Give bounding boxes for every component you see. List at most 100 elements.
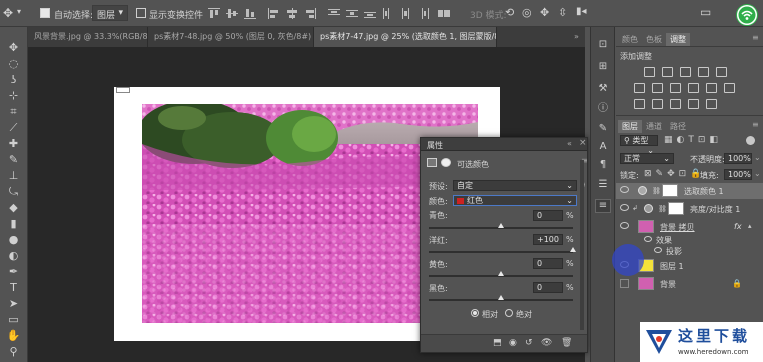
layer-row[interactable]: ↲ ⛓ 亮度/对比度 1: [616, 201, 763, 217]
panel-menu-icon[interactable]: ≡: [752, 33, 759, 42]
hand-tool-icon[interactable]: ✋: [6, 329, 21, 342]
marquee-tool-icon[interactable]: ◌: [6, 57, 21, 70]
layer-kind-filter[interactable]: ⚲ 类型 ⌄: [620, 135, 658, 155]
3d-rotate-icon[interactable]: ⟲: [505, 6, 514, 19]
3d-roll-icon[interactable]: ◎: [522, 6, 532, 19]
selective-color-icon[interactable]: [706, 99, 717, 109]
tab-document-3[interactable]: ps素材7-47.jpg @ 25% (选取颜色 1, 图层蒙版/8) *: [314, 27, 497, 47]
tool-preset-chevron-icon[interactable]: ▾: [17, 7, 21, 16]
layer-thumbnail[interactable]: [638, 277, 654, 290]
eyedropper-tool-icon[interactable]: ⟋: [6, 121, 21, 134]
auto-align-icon[interactable]: [438, 8, 450, 19]
lock-icons[interactable]: ⊠✎✥⊡🔒: [644, 169, 705, 179]
clip-to-layer-icon[interactable]: ⬒: [493, 338, 502, 348]
layer-name[interactable]: 图层 1: [660, 261, 684, 272]
photo-filter-icon[interactable]: [688, 83, 699, 93]
dodge-tool-icon[interactable]: ◐: [6, 249, 21, 262]
color-lookup-icon[interactable]: [724, 83, 735, 93]
posterize-icon[interactable]: [652, 99, 663, 109]
curves-icon[interactable]: [680, 67, 691, 77]
yellow-slider-thumb[interactable]: [498, 271, 504, 276]
fx-badge[interactable]: fx: [734, 222, 742, 231]
invert-icon[interactable]: [634, 99, 645, 109]
preset-dropdown[interactable]: 自定 ⌄: [453, 180, 577, 191]
magenta-slider-track[interactable]: [429, 251, 573, 253]
panel-collapse-icon[interactable]: «: [567, 139, 572, 148]
visibility-toggle-empty[interactable]: [620, 279, 629, 288]
tab-document-2[interactable]: ps素材7-48.jpg @ 50% (图层 0, 灰色/8#) *: [148, 27, 314, 47]
visibility-eye-icon[interactable]: [620, 186, 629, 193]
tab-adjustments[interactable]: 调整: [666, 33, 690, 46]
hue-sat-icon[interactable]: [634, 83, 645, 93]
view-previous-icon[interactable]: ◉: [509, 338, 517, 348]
visibility-eye-icon[interactable]: [620, 222, 629, 229]
paragraph-icon[interactable]: ¶: [597, 159, 609, 171]
vibrance-icon[interactable]: [716, 67, 727, 77]
shape-tool-icon[interactable]: ▭: [6, 313, 21, 326]
link-icon[interactable]: ⛓: [658, 205, 667, 213]
distribute-left-icon[interactable]: [382, 8, 394, 19]
history-brush-tool-icon[interactable]: ⤿: [6, 185, 21, 198]
pen-tool-icon[interactable]: ✒: [6, 265, 21, 278]
align-top-icon[interactable]: [208, 8, 220, 19]
crop-tool-icon[interactable]: ⌗: [6, 105, 21, 118]
properties-header[interactable]: 属性 « ×: [421, 138, 587, 151]
tab-document-1[interactable]: 风景背景.jpg @ 33.3%(RGB/8#): [28, 27, 148, 47]
layer-row[interactable]: 背景 拷贝 fx ▴: [616, 219, 763, 235]
layer-name[interactable]: 选取颜色 1: [684, 186, 724, 197]
threshold-icon[interactable]: [670, 99, 681, 109]
trash-icon[interactable]: 🗑: [561, 338, 572, 348]
clone-stamp-tool-icon[interactable]: ⊥: [6, 169, 21, 182]
show-transform-checkbox[interactable]: [136, 8, 146, 18]
auto-select-checkbox[interactable]: [40, 8, 50, 18]
link-icon[interactable]: ⛓: [652, 187, 661, 195]
black-white-icon[interactable]: [670, 83, 681, 93]
distribute-hcenter-icon[interactable]: [400, 8, 412, 19]
fill-input[interactable]: 100%: [724, 169, 752, 180]
layer-filter-icons[interactable]: ▦◐T⊡◧: [664, 135, 722, 145]
layer-mask-thumbnail[interactable]: [668, 202, 684, 215]
blur-tool-icon[interactable]: ●: [6, 233, 21, 246]
healing-brush-tool-icon[interactable]: ✚: [6, 137, 21, 150]
yellow-value-input[interactable]: 0: [533, 258, 563, 269]
distribute-vcenter-icon[interactable]: [346, 8, 358, 19]
character-icon[interactable]: A: [597, 141, 609, 153]
history-icon[interactable]: ⊡: [597, 39, 609, 51]
visibility-eye-icon[interactable]: 👁: [541, 338, 552, 348]
move-tool-icon[interactable]: ✥: [6, 41, 21, 54]
layer-name[interactable]: 背景 拷贝: [660, 222, 695, 233]
brush-preset-icon[interactable]: ⊞: [597, 61, 609, 73]
tab-swatches[interactable]: 色板: [642, 33, 666, 46]
reset-icon[interactable]: ↺: [525, 338, 533, 348]
tab-color[interactable]: 颜色: [618, 33, 642, 46]
black-value-input[interactable]: 0: [533, 282, 563, 293]
adjustment-icon[interactable]: [427, 158, 437, 167]
filter-toggle-icon[interactable]: [746, 136, 755, 145]
align-right-icon[interactable]: [304, 8, 316, 19]
tab-channels[interactable]: 通道: [642, 120, 666, 133]
brush-settings-icon[interactable]: ✎: [597, 123, 609, 135]
panel-menu-icon[interactable]: ≡: [752, 120, 759, 129]
align-hcenter-icon[interactable]: [286, 8, 298, 19]
distribute-right-icon[interactable]: [418, 8, 430, 19]
3d-slide-icon[interactable]: ⇳: [558, 6, 567, 19]
move-tool-icon[interactable]: ✥: [3, 6, 13, 20]
layer-row[interactable]: ⛓ 选取颜色 1: [616, 183, 763, 199]
channel-mixer-icon[interactable]: [706, 83, 717, 93]
gradient-map-icon[interactable]: [688, 99, 699, 109]
tab-paths[interactable]: 路径: [666, 120, 690, 133]
workspace-icon[interactable]: ▭: [700, 5, 711, 19]
properties-dock-icon[interactable]: ≡: [595, 199, 611, 213]
wifi-badge-icon[interactable]: [736, 4, 758, 26]
color-balance-icon[interactable]: [652, 83, 663, 93]
layer-name[interactable]: 背景: [660, 279, 676, 290]
3d-pan-icon[interactable]: ✥: [540, 6, 549, 19]
path-select-tool-icon[interactable]: ➤: [6, 297, 21, 310]
blend-mode-dropdown[interactable]: 正常 ⌄: [620, 153, 674, 164]
mask-icon[interactable]: [441, 158, 451, 167]
tab-layers[interactable]: 图层: [618, 120, 642, 133]
opacity-input[interactable]: 100%: [724, 153, 752, 164]
black-slider-thumb[interactable]: [498, 295, 504, 300]
magenta-slider-thumb[interactable]: [570, 247, 576, 252]
layer-bounds-handle-icon[interactable]: [116, 87, 130, 93]
